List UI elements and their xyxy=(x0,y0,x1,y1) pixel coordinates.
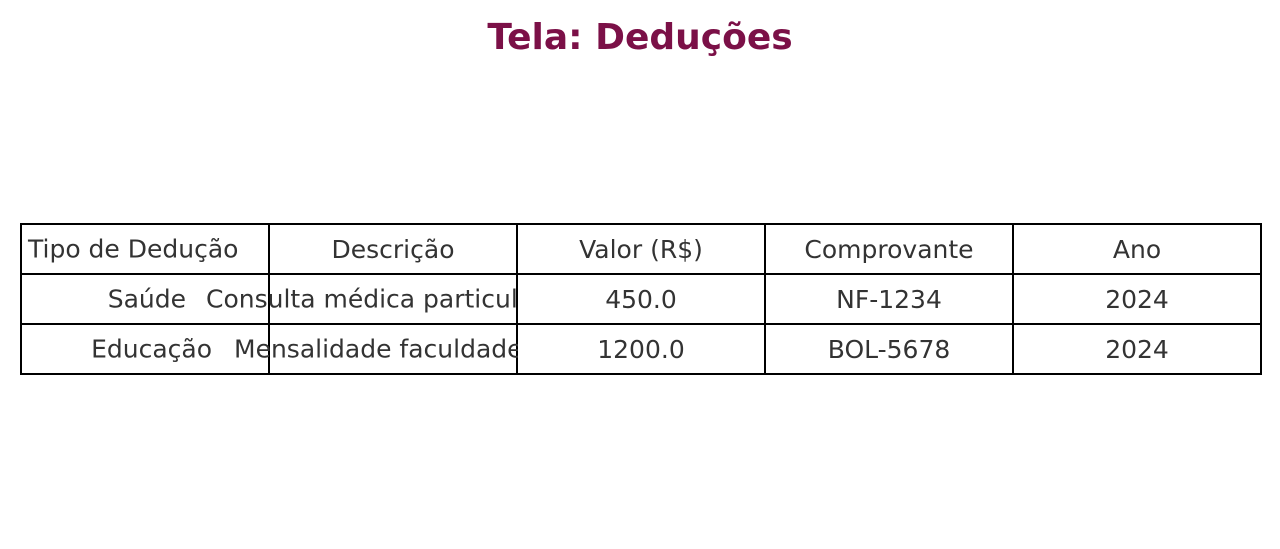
column-header-comprovante: Comprovante xyxy=(764,223,1014,275)
column-header-valor: Valor (R$) xyxy=(516,223,766,275)
table-cell-descricao: Mensalidade faculdade xyxy=(234,323,523,375)
table-cell-comprovante: BOL-5678 xyxy=(764,323,1014,375)
table-cell-comprovante: NF-1234 xyxy=(764,273,1014,325)
column-header-descricao: Descrição xyxy=(268,223,518,275)
page-title: Tela: Deduções xyxy=(487,17,793,58)
column-header-label: Valor (R$) xyxy=(579,234,703,264)
cell-value: Consulta médica particular xyxy=(206,284,544,314)
cell-value: 2024 xyxy=(1105,284,1169,314)
column-header-label: Descrição xyxy=(331,234,455,264)
cell-value: 450.0 xyxy=(605,284,677,314)
cell-value: NF-1234 xyxy=(836,284,942,314)
cell-value: Saúde xyxy=(107,284,186,314)
column-header-label: Tipo de Dedução xyxy=(28,234,239,264)
deductions-table: Tipo de Dedução Descrição Valor (R$) Com… xyxy=(20,223,1262,375)
cell-value: BOL-5678 xyxy=(827,334,951,364)
cell-value: Mensalidade faculdade xyxy=(234,334,523,364)
table-row: Educação Mensalidade faculdade 1200.0 BO… xyxy=(20,323,1262,375)
table-row: Saúde Consulta médica particular 450.0 N… xyxy=(20,273,1262,325)
column-header-tipo: Tipo de Dedução xyxy=(20,223,270,275)
cell-value: 2024 xyxy=(1105,334,1169,364)
column-header-label: Ano xyxy=(1112,234,1162,264)
cell-value: Educação xyxy=(91,334,212,364)
table-cell-tipo: Educação xyxy=(20,323,270,375)
column-header-ano: Ano xyxy=(1012,223,1262,275)
table-cell-ano: 2024 xyxy=(1012,323,1262,375)
column-header-label: Comprovante xyxy=(804,234,974,264)
table-cell-ano: 2024 xyxy=(1012,273,1262,325)
table-cell-valor: 450.0 xyxy=(516,273,766,325)
table-header-row: Tipo de Dedução Descrição Valor (R$) Com… xyxy=(20,223,1262,275)
table-cell-descricao: Consulta médica particular xyxy=(206,273,543,325)
deductions-table-container: Tipo de Dedução Descrição Valor (R$) Com… xyxy=(20,223,1262,375)
cell-value: 1200.0 xyxy=(597,334,685,364)
table-cell-valor: 1200.0 xyxy=(516,323,766,375)
